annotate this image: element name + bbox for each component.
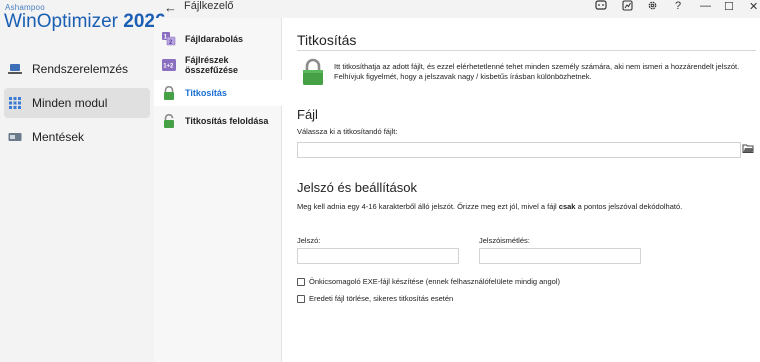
svg-text:1+2: 1+2 <box>163 64 174 70</box>
module-item-label: Fájlrészek összefűzése <box>185 55 239 75</box>
grid-icon <box>8 97 22 109</box>
encryption-panel: Titkosítás Itt titkosíthatja az adott fá… <box>282 18 760 362</box>
self-extracting-exe-checkbox[interactable] <box>297 277 305 286</box>
password-hint-post: a pontos jelszóval dekódolható. <box>575 202 683 211</box>
nav-item-all-modules[interactable]: Minden modul <box>4 88 150 118</box>
nav-item-label: Mentések <box>32 130 85 144</box>
file-path-input[interactable] <box>297 142 741 158</box>
nav-item-label: Rendszerelemzés <box>32 62 129 76</box>
checkbox-label: Önkicsomagoló EXE-fájl készítése (ennek … <box>309 277 560 286</box>
minimize-button[interactable]: — <box>700 0 711 12</box>
delete-original-checkbox[interactable] <box>297 294 305 303</box>
header-bar: ← Fájlkezelő ? — ☐ ✕ <box>154 0 760 18</box>
password-input[interactable] <box>297 248 459 264</box>
intro-text: Itt titkosíthatja az adott fájlt, és ezz… <box>334 62 740 81</box>
title-divider <box>297 50 756 51</box>
file-section-heading: Fájl <box>297 107 318 122</box>
password-hint-pre: Meg kell adnia egy 4-16 karakterből álló… <box>297 202 559 211</box>
backup-drive-icon <box>8 131 22 143</box>
module-item-decryption[interactable]: Titkosítás feloldása <box>154 108 282 134</box>
module-list: 12 Fájldarabolás 1+2 Fájlrészek összefűz… <box>154 18 282 362</box>
unlock-icon <box>162 113 176 128</box>
feedback-icon[interactable] <box>595 0 607 14</box>
self-extracting-exe-option[interactable]: Önkicsomagoló EXE-fájl készítése (ennek … <box>297 277 560 286</box>
nav-item-label: Minden modul <box>32 96 108 110</box>
app-logo: WinOptimizer 2026 <box>4 11 166 33</box>
folder-browse-icon[interactable] <box>741 143 755 157</box>
page-title: Titkosítás <box>297 32 357 48</box>
close-button[interactable]: ✕ <box>749 0 758 13</box>
file-label: Válassza ki a titkosítandó fájlt: <box>297 127 398 136</box>
back-arrow-icon[interactable]: ← <box>164 0 177 15</box>
checkbox-label: Eredeti fájl törlése, sikeres titkosítás… <box>309 294 454 303</box>
main-nav: Rendszerelemzés Minden modul Mentések <box>0 50 154 156</box>
module-item-file-merge[interactable]: 1+2 Fájlrészek összefűzése <box>154 52 282 78</box>
help-button[interactable]: ? <box>675 0 681 12</box>
lock-icon <box>302 58 324 86</box>
nav-item-backups[interactable]: Mentések <box>4 122 150 152</box>
password-section-heading: Jelszó és beállítások <box>297 180 417 195</box>
password-repeat-input[interactable] <box>479 248 641 264</box>
chart-icon[interactable] <box>622 0 633 14</box>
nav-item-system-analysis[interactable]: Rendszerelemzés <box>4 54 150 84</box>
merge-icon: 1+2 <box>162 58 176 72</box>
brand-name: WinOptimizer <box>4 11 119 32</box>
module-item-label: Fájldarabolás <box>185 34 244 44</box>
password-hint-bold: csak <box>558 202 576 211</box>
breadcrumb: Fájlkezelő <box>184 0 234 12</box>
laptop-icon <box>8 63 22 75</box>
maximize-button[interactable]: ☐ <box>724 0 734 13</box>
delete-original-option[interactable]: Eredeti fájl törlése, sikeres titkosítás… <box>297 294 453 303</box>
module-item-encryption[interactable]: Titkosítás <box>154 80 282 106</box>
split-icon: 12 <box>162 32 176 46</box>
module-item-label: Titkosítás feloldása <box>185 116 269 126</box>
password-repeat-label: Jelszóismétlés: <box>479 236 530 245</box>
app-sidebar: Ashampoo WinOptimizer 2026 Rendszerelemz… <box>0 0 166 362</box>
password-hint: Meg kell adnia egy 4-16 karakterből álló… <box>297 202 752 211</box>
lock-icon <box>162 85 176 100</box>
module-item-file-split[interactable]: 12 Fájldarabolás <box>154 26 282 52</box>
module-item-label: Titkosítás <box>185 88 227 98</box>
gear-icon[interactable] <box>647 0 658 14</box>
password-label: Jelszó: <box>297 236 321 245</box>
